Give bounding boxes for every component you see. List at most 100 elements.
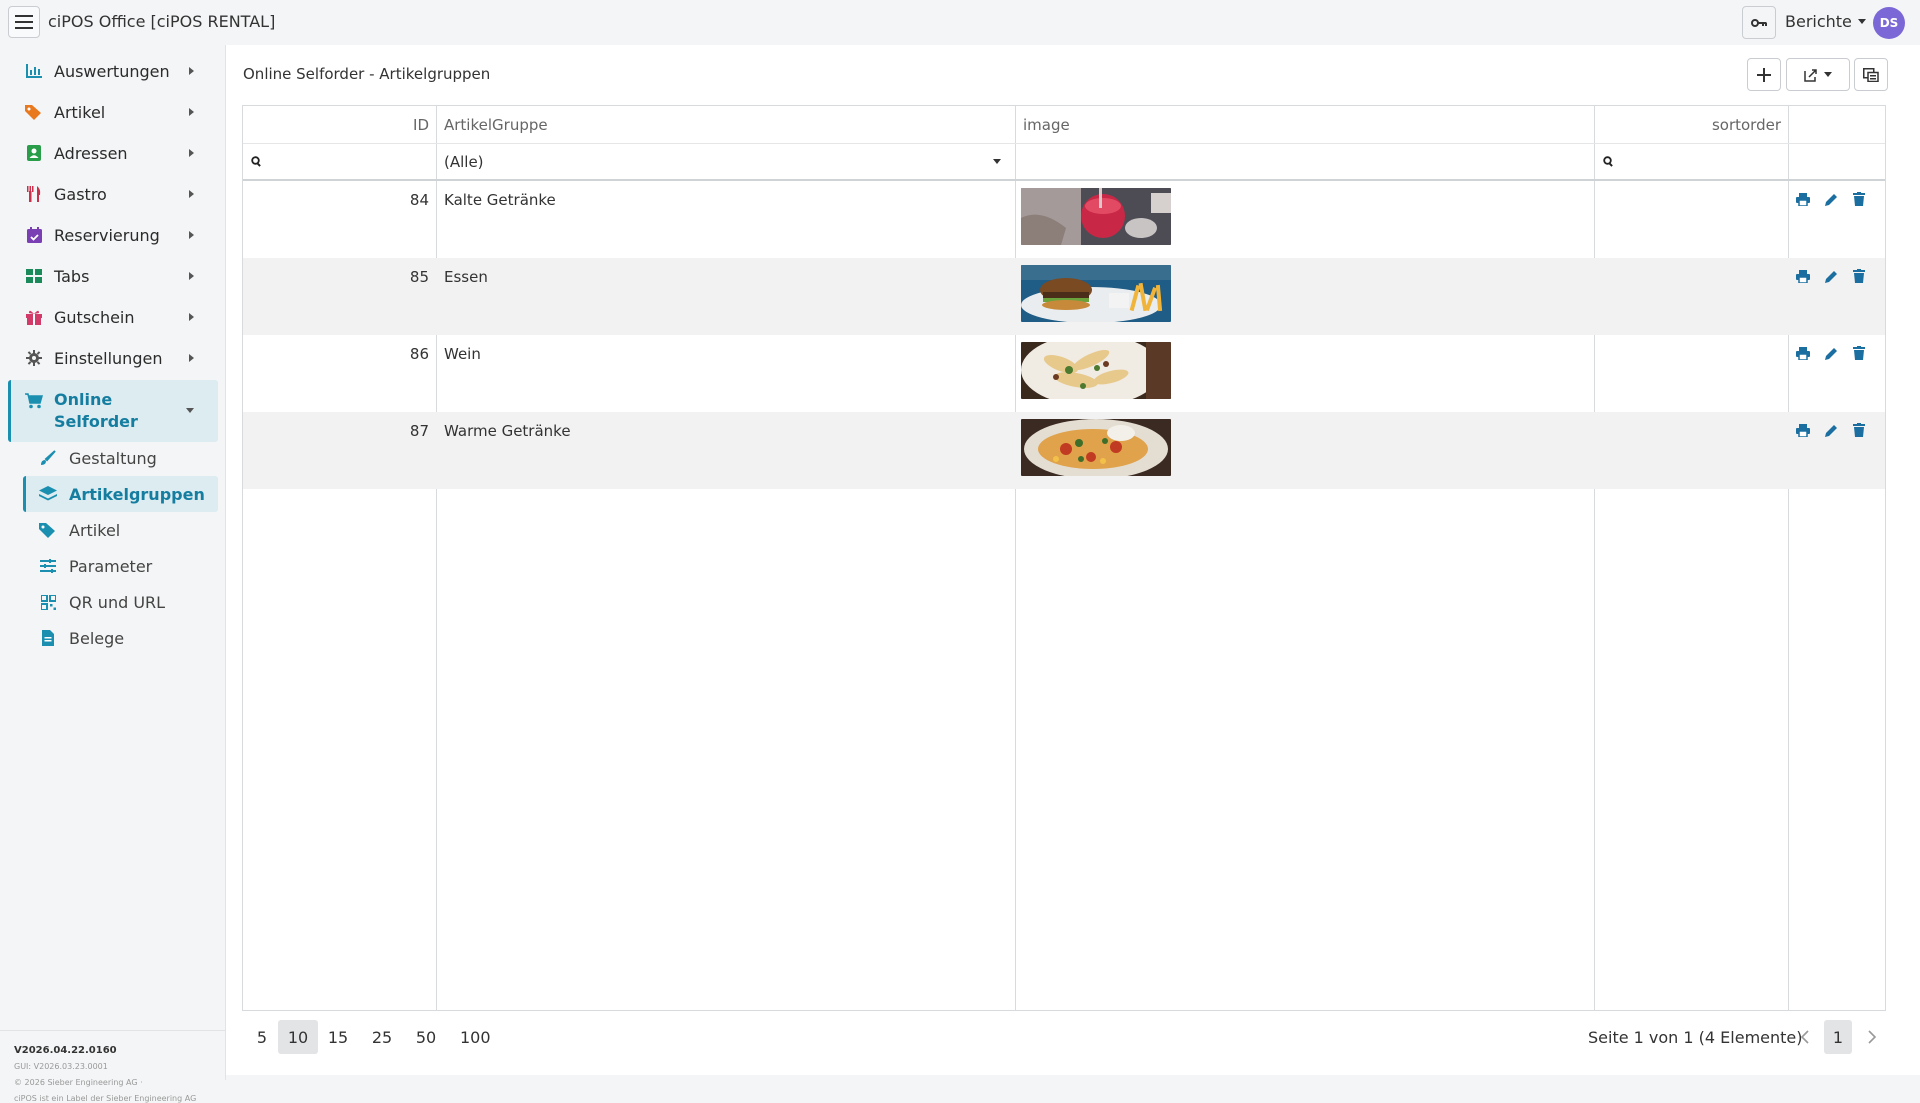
page-info: Seite 1 von 1 (4 Elemente) (1588, 1028, 1803, 1047)
chevron-down-icon (1857, 19, 1866, 24)
address-book-icon (24, 143, 44, 163)
file-icon (39, 629, 57, 647)
id-filter-input[interactable] (251, 144, 431, 179)
reports-menu[interactable]: Berichte (1785, 12, 1866, 31)
data-grid: ID ArtikelGruppe image sortorder (Alle) … (242, 105, 1886, 1011)
page-size-25[interactable]: 25 (368, 1020, 396, 1054)
page-size-10[interactable]: 10 (278, 1020, 318, 1054)
page-size-50[interactable]: 50 (412, 1020, 440, 1054)
row-actions (1795, 191, 1867, 207)
edit-icon[interactable] (1823, 345, 1839, 361)
sidebar-subitem-label: Artikel (69, 520, 121, 540)
sidebar-item-gutschein[interactable]: Gutschein (8, 298, 218, 336)
sidebar-group-online-selforder[interactable]: Online Selforder (8, 380, 218, 442)
delete-icon[interactable] (1851, 422, 1867, 438)
column-header-artikelgruppe[interactable]: ArtikelGruppe (444, 106, 548, 143)
app-title: ciPOS Office [ciPOS RENTAL] (48, 12, 276, 31)
sidebar-subitem-belege[interactable]: Belege (23, 620, 218, 656)
chevron-right-icon (189, 190, 194, 198)
reports-label: Berichte (1785, 12, 1852, 31)
chevron-down-icon (186, 408, 194, 413)
sidebar-item-tabs[interactable]: Tabs (8, 257, 218, 295)
pasta-photo (1021, 342, 1171, 399)
table-row[interactable]: 87 Warme Getränke (243, 412, 1885, 489)
column-chooser-button[interactable] (1854, 58, 1888, 91)
sidebar-item-label: Gutschein (54, 307, 135, 327)
sidebar-group-label: Online Selforder (54, 390, 138, 431)
utensils-icon (24, 184, 44, 204)
column-header-sortorder[interactable]: sortorder (1594, 106, 1781, 143)
sidebar-subitem-gestaltung[interactable]: Gestaltung (23, 440, 218, 476)
artikelgruppe-filter-select[interactable]: (Alle) (444, 144, 1009, 179)
menu-toggle-button[interactable] (8, 6, 40, 38)
page-size-100[interactable]: 100 (460, 1020, 491, 1054)
sidebar-subitem-artikelgruppen[interactable]: Artikelgruppen (23, 476, 218, 512)
edit-icon[interactable] (1823, 268, 1839, 284)
row-group: Kalte Getränke (444, 191, 556, 209)
qrcode-icon (39, 593, 57, 611)
print-icon[interactable] (1795, 345, 1811, 361)
hamburger-icon (15, 15, 33, 29)
page-button-1[interactable]: 1 (1824, 1020, 1852, 1054)
chevron-right-icon (189, 272, 194, 280)
sidebar-subitem-label: Gestaltung (69, 448, 157, 468)
sidebar-item-auswertungen[interactable]: Auswertungen (8, 52, 218, 90)
top-bar: ciPOS Office [ciPOS RENTAL] Berichte DS (0, 0, 1920, 45)
edit-icon[interactable] (1823, 191, 1839, 207)
chevron-right-icon (189, 354, 194, 362)
copyright: © 2026 Sieber Engineering AG · (14, 1078, 143, 1087)
page-size-5[interactable]: 5 (248, 1020, 276, 1054)
sidebar-subitem-label: QR und URL (69, 592, 166, 612)
gui-version: GUI: V2026.03.23.0001 (14, 1062, 108, 1071)
page-title: Online Selforder - Artikelgruppen (243, 65, 491, 83)
user-avatar[interactable]: DS (1873, 7, 1905, 39)
key-icon (1751, 18, 1767, 27)
sidebar-item-adressen[interactable]: Adressen (8, 134, 218, 172)
delete-icon[interactable] (1851, 191, 1867, 207)
table-row[interactable]: 85 Essen (243, 258, 1885, 335)
edit-icon[interactable] (1823, 422, 1839, 438)
sidebar-item-artikel[interactable]: Artikel (8, 93, 218, 131)
bottom-strip (226, 1075, 1920, 1080)
row-id: 87 (409, 422, 429, 440)
print-icon[interactable] (1795, 191, 1811, 207)
prev-page-button[interactable] (1794, 1020, 1814, 1054)
sidebar-item-label: Reservierung (54, 225, 160, 245)
sidebar-item-label: Artikel (54, 102, 106, 122)
delete-icon[interactable] (1851, 268, 1867, 284)
print-icon[interactable] (1795, 422, 1811, 438)
row-actions (1795, 345, 1867, 361)
next-page-button[interactable] (1862, 1020, 1882, 1054)
print-icon[interactable] (1795, 268, 1811, 284)
sortorder-filter-input[interactable] (1603, 144, 1783, 179)
sidebar: Auswertungen Artikel Adressen Gastro Res… (0, 45, 226, 1103)
delete-icon[interactable] (1851, 345, 1867, 361)
add-button[interactable] (1747, 58, 1781, 91)
sidebar-item-gastro[interactable]: Gastro (8, 175, 218, 213)
brush-icon (39, 449, 57, 467)
table-row[interactable]: 84 Kalte Getränke (243, 181, 1885, 258)
sidebar-subitem-parameter[interactable]: Parameter (23, 548, 218, 584)
license-key-button[interactable] (1742, 6, 1776, 39)
column-header-id[interactable]: ID (243, 106, 429, 143)
sidebar-subitem-artikel[interactable]: Artikel (23, 512, 218, 548)
chevron-right-icon (189, 313, 194, 321)
sidebar-subitem-qr-und-url[interactable]: QR und URL (23, 584, 218, 620)
sidebar-item-label: Einstellungen (54, 348, 163, 368)
table-row[interactable]: 86 Wein (243, 335, 1885, 412)
burger-photo (1021, 265, 1171, 322)
row-actions (1795, 422, 1867, 438)
layers-icon (39, 485, 57, 503)
sidebar-item-label: Tabs (54, 266, 90, 286)
chevron-right-icon (189, 149, 194, 157)
sidebar-subitem-label: Parameter (69, 556, 153, 576)
column-header-image[interactable]: image (1023, 106, 1070, 143)
export-button[interactable] (1786, 58, 1850, 91)
row-id: 84 (409, 191, 429, 209)
row-id: 85 (409, 268, 429, 286)
sidebar-item-reservierung[interactable]: Reservierung (8, 216, 218, 254)
row-group: Warme Getränke (444, 422, 571, 440)
sidebar-item-einstellungen[interactable]: Einstellungen (8, 339, 218, 377)
tags-icon (39, 521, 57, 539)
page-size-15[interactable]: 15 (324, 1020, 352, 1054)
